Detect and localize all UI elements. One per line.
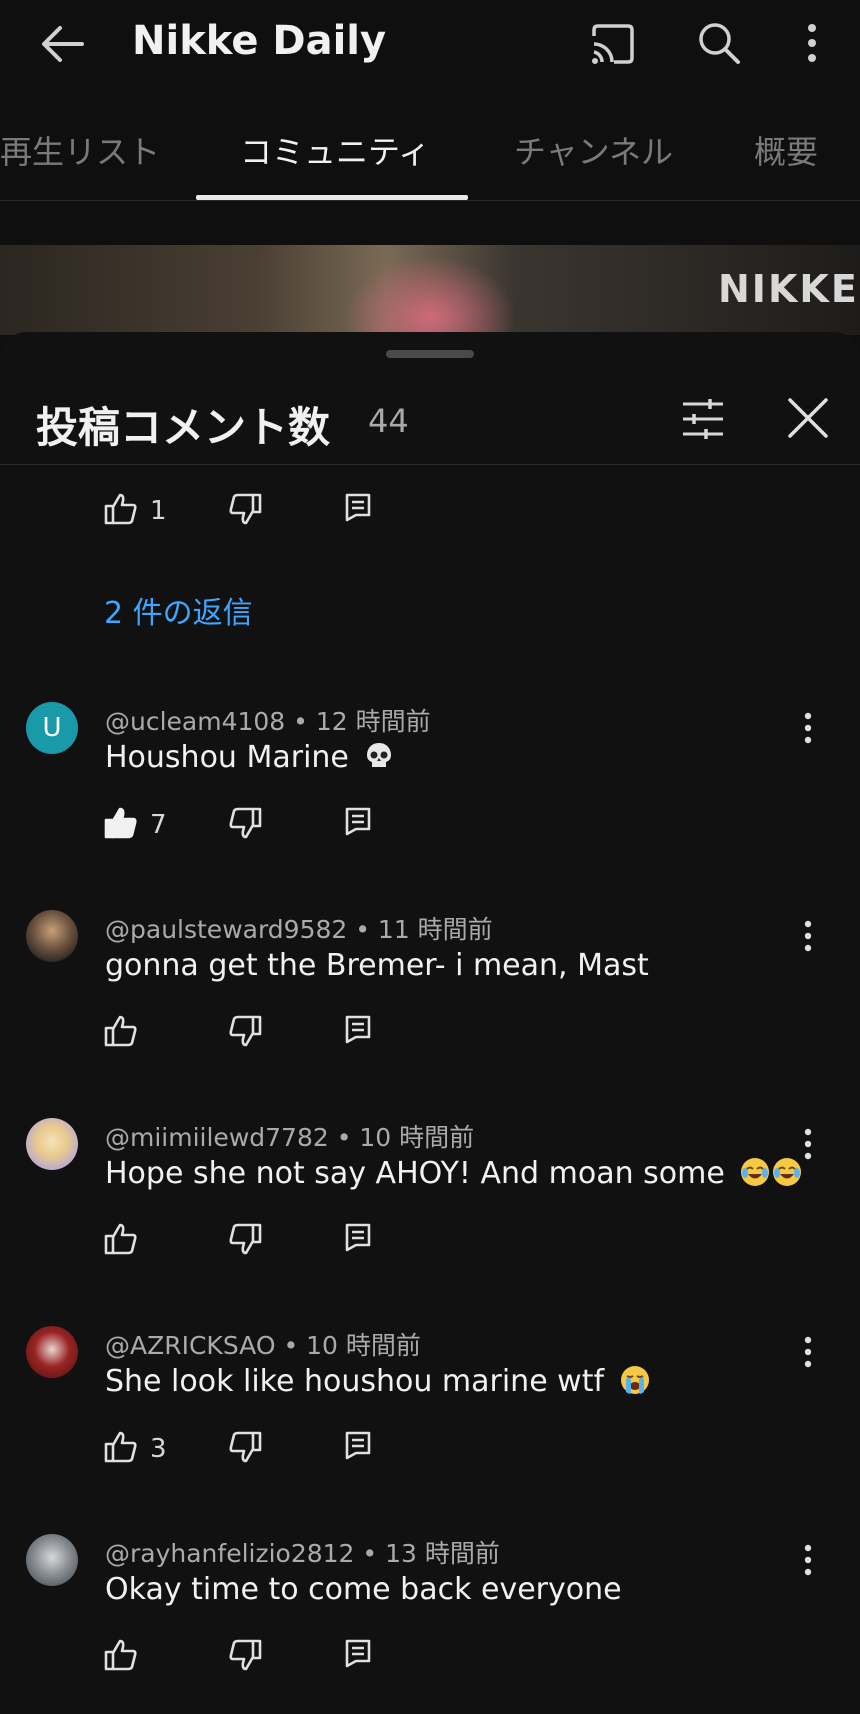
comments-title: 投稿コメント数: [36, 403, 331, 452]
tab-channels[interactable]: チャンネル: [514, 127, 673, 173]
sort-filter-icon[interactable]: [680, 396, 726, 442]
comment-more-icon[interactable]: [798, 708, 818, 748]
like-button[interactable]: [104, 1014, 138, 1048]
comment-text-row: Houshou Marine: [105, 740, 394, 775]
comment-item: @miimiilewd7782 • 10 時間前 Hope she not sa…: [0, 1106, 860, 1314]
dislike-button[interactable]: [228, 1430, 262, 1464]
reply-icon[interactable]: [344, 1014, 372, 1044]
comment-text-row: She look like houshou marine wtf: [105, 1364, 650, 1399]
avatar[interactable]: [26, 910, 78, 962]
comment-author-time: @rayhanfelizio2812 • 13 時間前: [105, 1539, 500, 1568]
comment-actions: 3: [104, 1430, 404, 1470]
avatar[interactable]: [26, 1326, 78, 1378]
comment-author-time: @ucleam4108 • 12 時間前: [105, 707, 431, 736]
channel-tabs: 再生リスト コミュニティ チャンネル 概要: [0, 105, 860, 201]
like-button[interactable]: [104, 1430, 138, 1464]
character-artwork: [330, 245, 530, 335]
like-button[interactable]: [104, 1638, 138, 1672]
comment-text: Houshou Marine: [105, 740, 349, 775]
reply-icon[interactable]: [344, 492, 372, 522]
like-count: 7: [150, 810, 167, 840]
like-button[interactable]: [104, 492, 138, 526]
tab-playlists[interactable]: 再生リスト: [0, 127, 160, 173]
comment-item: U @ucleam4108 • 12 時間前 Houshou Marine 7: [0, 690, 860, 898]
comment-text: Hope she not say AHOY! And moan some: [105, 1156, 725, 1191]
dislike-button[interactable]: [228, 1222, 262, 1256]
cast-icon[interactable]: [588, 22, 636, 66]
tab-about[interactable]: 概要: [754, 127, 818, 173]
back-arrow-icon[interactable]: [38, 22, 88, 66]
skull-emoji-icon: [367, 743, 392, 767]
comment-more-icon[interactable]: [798, 916, 818, 956]
comment-text: Okay time to come back everyone: [105, 1572, 622, 1607]
comment-more-icon[interactable]: [798, 1540, 818, 1580]
dislike-button[interactable]: [228, 806, 262, 840]
comment-more-icon[interactable]: [798, 1124, 818, 1164]
comment-more-icon[interactable]: [798, 1332, 818, 1372]
comment-actions: 7: [104, 806, 404, 846]
comment-item: @paulsteward9582 • 11 時間前 gonna get the …: [0, 898, 860, 1106]
post-image-banner: NIKKE: [0, 245, 860, 335]
reply-icon[interactable]: [344, 806, 372, 836]
search-icon[interactable]: [696, 20, 742, 66]
comment-text-row: Hope she not say AHOY! And moan some: [105, 1156, 802, 1191]
view-replies-link[interactable]: 2 件の返信: [104, 588, 253, 632]
comment-text: gonna get the Bremer- i mean, Mast: [105, 948, 649, 983]
loudly-crying-emoji-icon: [620, 1366, 649, 1394]
dislike-button[interactable]: [228, 1014, 262, 1048]
comments-header: 投稿コメント数 44: [0, 382, 860, 465]
comment-actions: [104, 1014, 404, 1054]
active-tab-indicator: [196, 195, 468, 200]
tab-community[interactable]: コミュニティ: [240, 127, 430, 173]
like-button[interactable]: [104, 1222, 138, 1256]
avatar[interactable]: [26, 1534, 78, 1586]
avatar[interactable]: U: [26, 702, 78, 754]
like-count: 1: [150, 496, 167, 526]
reply-icon[interactable]: [344, 1638, 372, 1668]
drag-handle[interactable]: [386, 350, 474, 358]
dislike-button[interactable]: [228, 492, 262, 526]
comments-count: 44: [368, 402, 409, 440]
more-options-icon[interactable]: [796, 18, 828, 68]
tears-of-joy-emoji-icon: [741, 1158, 770, 1186]
nikke-logo: NIKKE: [718, 267, 859, 311]
app-bar: Nikke Daily: [0, 0, 860, 100]
comment-actions: [104, 1638, 404, 1678]
avatar[interactable]: [26, 1118, 78, 1170]
reply-icon[interactable]: [344, 1222, 372, 1252]
comment-actions: [104, 1222, 404, 1262]
avatar-letter: U: [42, 713, 62, 743]
like-count: 3: [150, 1434, 167, 1464]
comment-author-time: @AZRICKSAO • 10 時間前: [105, 1331, 421, 1360]
comment-item: @rayhanfelizio2812 • 13 時間前 Okay time to…: [0, 1522, 860, 1714]
reply-icon[interactable]: [344, 1430, 372, 1460]
like-button[interactable]: [104, 806, 138, 840]
dislike-button[interactable]: [228, 1638, 262, 1672]
comment-text: She look like houshou marine wtf: [105, 1364, 605, 1399]
channel-title: Nikke Daily: [132, 18, 387, 64]
comments-sheet: 投稿コメント数 44 1 2 件の返信 U @ucleam4108 • 12 時…: [0, 332, 860, 1714]
comment-item: @AZRICKSAO • 10 時間前 She look like housho…: [0, 1314, 860, 1522]
comment-author-time: @paulsteward9582 • 11 時間前: [105, 915, 493, 944]
close-icon[interactable]: [786, 396, 830, 440]
comment-actions: 1: [104, 492, 404, 532]
comment-author-time: @miimiilewd7782 • 10 時間前: [105, 1123, 475, 1152]
